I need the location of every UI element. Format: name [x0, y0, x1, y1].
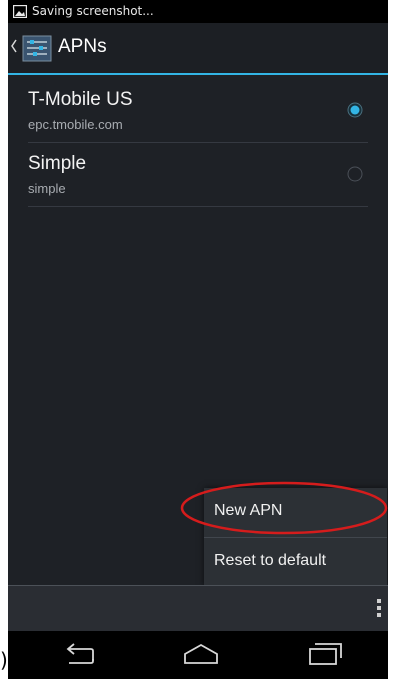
apn-list: T-Mobile US epc.tmobile.com Simple simpl…: [8, 79, 388, 207]
apn-name: Simple: [28, 153, 87, 174]
action-bar: APNs: [8, 23, 388, 75]
recents-icon[interactable]: [308, 641, 344, 671]
page-title: APNs: [58, 36, 107, 57]
screenshot-icon: [12, 4, 28, 21]
status-notification-text: Saving screenshot...: [32, 4, 154, 18]
chevron-left-icon[interactable]: [10, 38, 18, 58]
back-icon[interactable]: [63, 641, 97, 671]
navigation-bar: [8, 631, 388, 679]
apn-value: simple: [28, 181, 66, 196]
apn-value: epc.tmobile.com: [28, 117, 123, 132]
bottom-action-bar: [8, 585, 388, 631]
overflow-dots-icon[interactable]: [376, 598, 382, 622]
settings-sliders-icon[interactable]: [22, 35, 52, 66]
status-bar: Saving screenshot...: [8, 0, 388, 23]
edge-bracket-glyph: ): [0, 648, 8, 672]
radio-unselected-icon[interactable]: [347, 166, 363, 186]
home-icon[interactable]: [182, 641, 220, 671]
menu-item-label: Reset to default: [214, 552, 327, 569]
menu-item-reset-to-default[interactable]: Reset to default: [204, 537, 387, 587]
apn-name: T-Mobile US: [28, 89, 133, 110]
phone-screen: Saving screenshot... APNs T-Mobile US ep…: [8, 0, 388, 679]
radio-selected-icon[interactable]: [347, 102, 363, 122]
apn-item-simple[interactable]: Simple simple: [28, 143, 368, 207]
apn-item-tmobile[interactable]: T-Mobile US epc.tmobile.com: [28, 79, 368, 143]
red-highlight-ellipse: [180, 481, 388, 535]
